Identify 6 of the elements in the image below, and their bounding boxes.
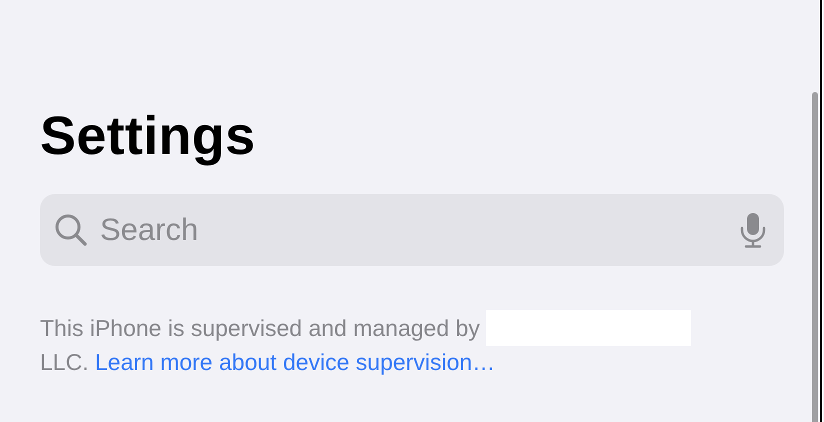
- scrollbar[interactable]: [812, 92, 818, 422]
- microphone-icon[interactable]: [740, 212, 766, 248]
- page-title: Settings: [40, 105, 256, 168]
- supervision-note: This iPhone is supervised and managed by LLC. Learn more about device supervision…: [40, 310, 784, 379]
- learn-more-link[interactable]: Learn more about device supervision…: [94, 349, 496, 375]
- search-field[interactable]: Search: [40, 194, 784, 266]
